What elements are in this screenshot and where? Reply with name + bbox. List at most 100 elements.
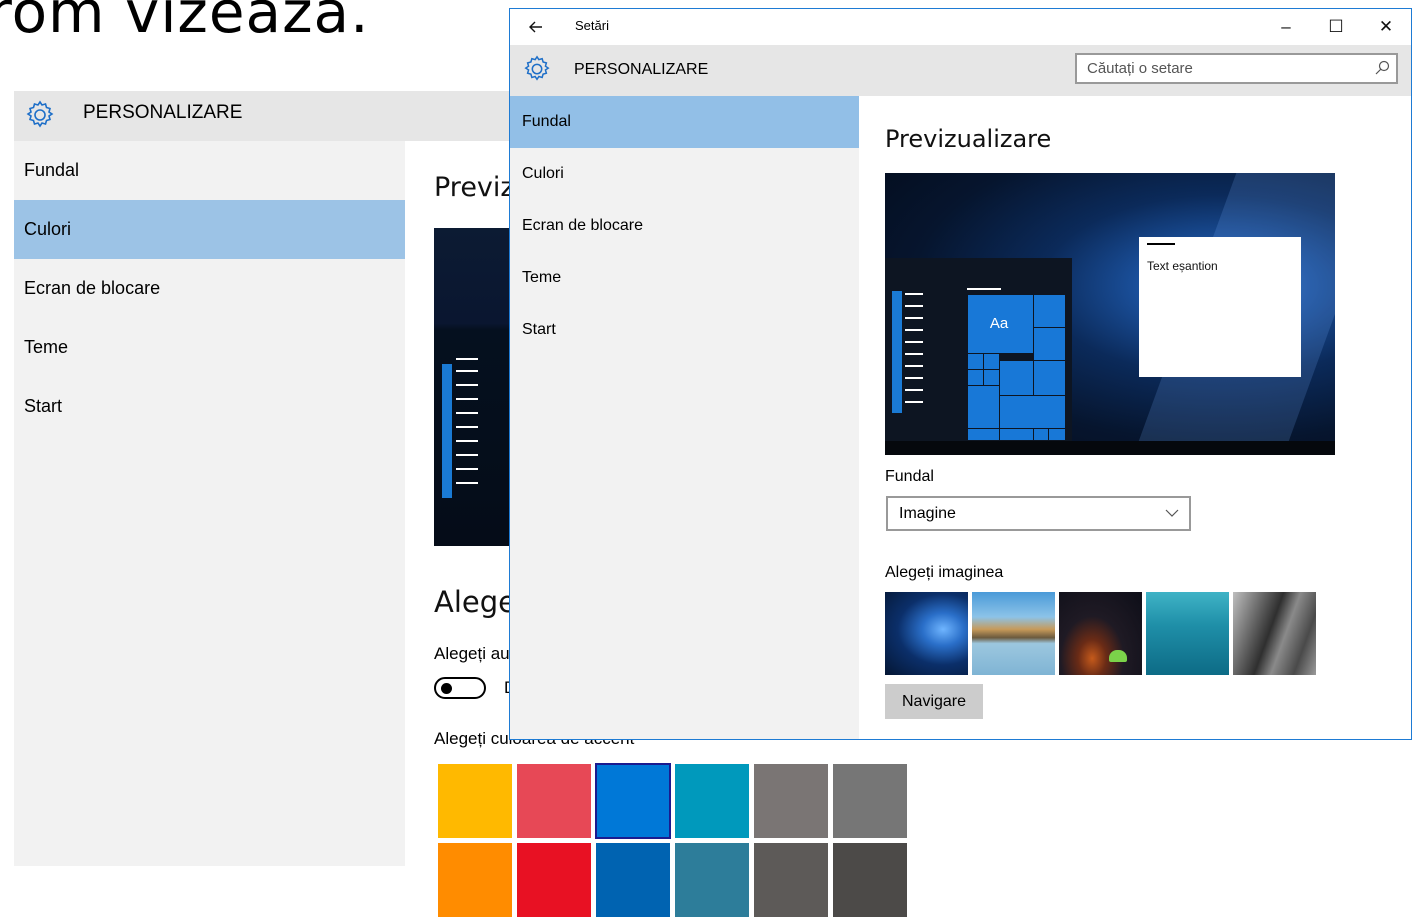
- background-type-dropdown[interactable]: Imagine: [886, 496, 1191, 531]
- auto-color-toggle[interactable]: [434, 677, 486, 699]
- preview-sample-window: Text eșantion: [1139, 237, 1301, 377]
- accent-color-swatch[interactable]: [833, 843, 907, 917]
- accent-color-swatch[interactable]: [517, 764, 591, 838]
- accent-color-swatch[interactable]: [754, 843, 828, 917]
- background-caption-text: rom vizează.: [0, 0, 370, 46]
- bg-auto-color-label: Alegeți au: [434, 644, 510, 663]
- bg-nav-item-teme[interactable]: Teme: [14, 318, 405, 377]
- chevron-down-icon: [1165, 509, 1179, 517]
- preview-tile: [1048, 428, 1066, 441]
- image-thumbnail-windows-hero[interactable]: [885, 592, 968, 675]
- preview-app-strip: [892, 291, 902, 413]
- sidebar-item-teme[interactable]: Teme: [510, 252, 859, 304]
- background-label: Fundal: [885, 468, 934, 485]
- window-title: Setări: [575, 18, 609, 33]
- preview-tile: [967, 385, 1000, 429]
- settings-window: Setări – ☐ ✕ PERSONALIZARE Fundal Culori…: [509, 8, 1412, 740]
- preview-start-header-line: [967, 288, 1001, 290]
- bg-nav-item-culori[interactable]: Culori: [14, 200, 405, 259]
- accent-color-swatch[interactable]: [517, 843, 591, 917]
- sidebar-item-start[interactable]: Start: [510, 304, 859, 356]
- preview-line: [905, 353, 923, 355]
- back-button[interactable]: [524, 15, 548, 39]
- sidebar: Fundal Culori Ecran de blocare Teme Star…: [510, 96, 859, 739]
- preview-tile: [967, 369, 984, 386]
- gear-icon: [26, 100, 54, 128]
- image-thumbnail-beach-rocks[interactable]: [972, 592, 1055, 675]
- accent-color-swatch[interactable]: [675, 764, 749, 838]
- choose-image-label: Alegeți imaginea: [885, 564, 1004, 581]
- preview-line: [905, 389, 923, 391]
- accent-color-swatch[interactable]: [438, 764, 512, 838]
- bg-nav-item-ecran-de-blocare[interactable]: Ecran de blocare: [14, 259, 405, 318]
- preview-line: [905, 329, 923, 331]
- tent-shape: [1109, 650, 1127, 662]
- image-thumbnail-night-sky-tent[interactable]: [1059, 592, 1142, 675]
- toggle-knob: [441, 683, 452, 694]
- maximize-button[interactable]: ☐: [1311, 9, 1361, 45]
- accent-color-swatch[interactable]: [754, 764, 828, 838]
- sample-window-bar: [1147, 243, 1175, 245]
- preview-tile: [983, 369, 1000, 386]
- background-type-value: Imagine: [899, 505, 956, 522]
- preview-tile: [999, 428, 1034, 441]
- preview-tile-label: Aa: [989, 315, 1009, 332]
- preview-tile: [1033, 294, 1066, 328]
- bg-preview-line: [456, 426, 478, 428]
- bg-preview-line: [456, 440, 478, 442]
- bg-preview-line: [456, 468, 478, 470]
- sample-window-text: Text eșantion: [1147, 259, 1218, 273]
- bg-nav-item-fundal[interactable]: Fundal: [14, 141, 405, 200]
- preview-tile: [999, 395, 1066, 429]
- settings-header: PERSONALIZARE: [510, 45, 1411, 96]
- accent-color-swatch[interactable]: [833, 764, 907, 838]
- accent-color-swatch[interactable]: [596, 843, 670, 917]
- accent-color-swatch[interactable]: [438, 843, 512, 917]
- preview-line: [905, 305, 923, 307]
- bg-sidebar: Fundal Culori Ecran de blocare Teme Star…: [14, 141, 405, 866]
- search-input[interactable]: [1087, 58, 1357, 79]
- sidebar-item-ecran-de-blocare[interactable]: Ecran de blocare: [510, 200, 859, 252]
- preview-line: [905, 341, 923, 343]
- preview-title: Previzualizare: [885, 125, 1052, 153]
- bg-preview-line: [456, 358, 478, 360]
- desktop-preview: Aa Text eșantion: [885, 173, 1335, 455]
- sidebar-item-fundal[interactable]: Fundal: [510, 96, 859, 148]
- preview-line: [905, 401, 923, 403]
- image-thumbnail-underwater-swimmer[interactable]: [1146, 592, 1229, 675]
- bg-header-title: PERSONALIZARE: [83, 102, 243, 123]
- bg-settings-header: PERSONALIZARE: [14, 91, 534, 141]
- accent-color-swatch[interactable]: [595, 763, 671, 839]
- preview-tile: [983, 353, 1000, 370]
- close-button[interactable]: ✕: [1361, 9, 1411, 45]
- title-bar: Setări – ☐ ✕: [510, 9, 1411, 45]
- preview-tile: [1033, 360, 1066, 396]
- preview-line: [905, 377, 923, 379]
- bg-preview-line: [456, 482, 478, 484]
- bg-preview-line: [456, 412, 478, 414]
- header-title: PERSONALIZARE: [574, 61, 709, 78]
- accent-color-swatch[interactable]: [675, 843, 749, 917]
- image-thumbnail-rock-cliff[interactable]: [1233, 592, 1316, 675]
- bg-preview-line: [456, 384, 478, 386]
- bg-preview-line: [456, 370, 478, 372]
- preview-line: [905, 293, 923, 295]
- bg-preview-title: Previz: [434, 172, 515, 203]
- bg-preview-line: [456, 454, 478, 456]
- preview-tile: [999, 360, 1034, 396]
- gear-icon: [524, 55, 550, 81]
- preview-tile: [967, 428, 1000, 441]
- search-icon[interactable]: [1374, 60, 1390, 76]
- search-box[interactable]: [1075, 53, 1398, 84]
- browse-button[interactable]: Navigare: [885, 684, 983, 719]
- preview-line: [905, 365, 923, 367]
- preview-tile: [967, 353, 984, 370]
- sidebar-item-culori[interactable]: Culori: [510, 148, 859, 200]
- preview-tile: [1033, 428, 1049, 441]
- bg-nav-item-start[interactable]: Start: [14, 377, 405, 436]
- minimize-button[interactable]: –: [1261, 9, 1311, 45]
- bg-preview-line: [456, 398, 478, 400]
- bg-choose-heading: Alege: [434, 585, 516, 619]
- back-arrow-icon: [529, 21, 542, 33]
- bg-preview-taskbar-strip: [442, 364, 452, 498]
